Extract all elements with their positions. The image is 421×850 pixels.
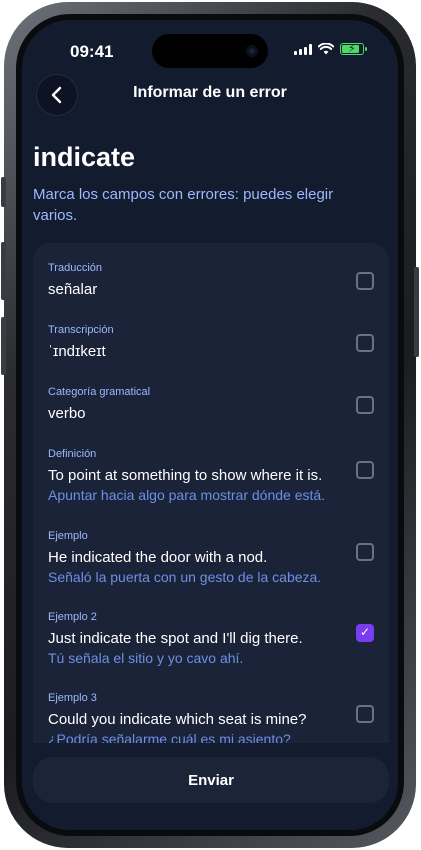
app-screen: 09:41 ⚡ Informar de un error indicate Ma…	[22, 20, 398, 830]
field-checkbox[interactable]	[356, 543, 374, 561]
action-button	[1, 177, 6, 207]
field-value: He indicated the door with a nod.	[48, 549, 268, 566]
field-translation-text: Tú señala el sitio y yo cavo ahí.	[48, 650, 244, 666]
field-definition[interactable]: Definición To point at something to show…	[48, 448, 374, 505]
field-value: Just indicate the spot and I'll dig ther…	[48, 630, 303, 647]
field-label: Ejemplo 2	[48, 611, 97, 623]
camera-icon	[246, 45, 258, 57]
page-title: Informar de un error	[133, 84, 287, 101]
field-label: Definición	[48, 448, 97, 460]
phone-frame: 09:41 ⚡ Informar de un error indicate Ma…	[1, 2, 419, 848]
field-example-3[interactable]: Ejemplo 3 Could you indicate which seat …	[48, 692, 374, 749]
status-bar: 09:41 ⚡	[22, 20, 398, 74]
field-checkbox[interactable]	[356, 461, 374, 479]
checkmark-icon: ✓	[360, 625, 371, 639]
field-checkbox[interactable]	[356, 272, 374, 290]
field-label: Traducción	[48, 262, 103, 274]
dynamic-island	[152, 34, 268, 68]
field-label: Ejemplo 3	[48, 692, 97, 704]
field-value: To point at something to show where it i…	[48, 467, 323, 484]
field-label: Categoría gramatical	[48, 386, 151, 398]
field-label: Transcripción	[48, 324, 114, 336]
field-transcription[interactable]: Transcripción ˈɪndɪkeɪt	[48, 324, 374, 362]
field-part-of-speech[interactable]: Categoría gramatical verbo	[48, 386, 374, 424]
field-checkbox[interactable]	[356, 334, 374, 352]
field-example-1[interactable]: Ejemplo He indicated the door with a nod…	[48, 530, 374, 587]
status-time: 09:41	[70, 42, 114, 61]
field-checkbox-checked[interactable]: ✓	[356, 624, 374, 642]
field-example-2[interactable]: Ejemplo 2 Just indicate the spot and I'l…	[48, 611, 374, 668]
field-label: Ejemplo	[48, 530, 88, 542]
fields-card: Traducción señalar Transcripción ˈɪndɪke…	[33, 243, 389, 763]
field-value: Could you indicate which seat is mine?	[48, 711, 307, 728]
field-value: verbo	[48, 405, 86, 422]
field-translation[interactable]: Traducción señalar	[48, 262, 374, 300]
send-button[interactable]: Enviar	[33, 757, 389, 803]
field-translation-text: Señaló la puerta con un gesto de la cabe…	[48, 569, 322, 585]
volume-down-button	[1, 317, 6, 375]
volume-up-button	[1, 242, 6, 300]
field-checkbox[interactable]	[356, 396, 374, 414]
signal-icon	[294, 43, 312, 55]
power-button	[414, 267, 419, 357]
battery-icon: ⚡	[340, 43, 367, 55]
field-value: señalar	[48, 281, 98, 298]
field-value: ˈɪndɪkeɪt	[48, 343, 106, 360]
word-heading: indicate	[33, 142, 136, 172]
field-checkbox[interactable]	[356, 705, 374, 723]
instructions-text: Marca los campos con errores: puedes ele…	[33, 186, 334, 224]
field-translation-text: Apuntar hacia algo para mostrar dónde es…	[48, 487, 326, 503]
wifi-icon	[318, 43, 334, 55]
